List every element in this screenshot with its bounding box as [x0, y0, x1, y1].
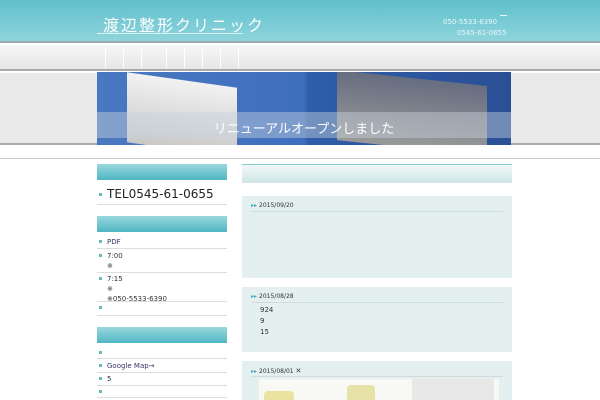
pdf-link[interactable]: PDF: [107, 238, 121, 246]
item-phone: ※050-5533-6390: [107, 295, 167, 303]
header-tel-2: 0545-61-0655: [457, 29, 507, 37]
sidebar-heading: [97, 327, 227, 343]
post-date[interactable]: ▸▸ 2015/08/01 ✕: [251, 367, 301, 375]
nav-item[interactable]: [123, 48, 124, 68]
post-line: 924: [260, 306, 274, 314]
divider: [251, 302, 503, 303]
sidebar-item[interactable]: Google Map→: [97, 362, 227, 373]
divider: [251, 376, 503, 377]
post: ▸▸ 2015/09/20: [242, 196, 512, 278]
arrow-icon: ▸▸: [251, 293, 258, 300]
product-image: [264, 391, 294, 400]
sidebar-tel: TEL0545-61-0655: [97, 187, 227, 205]
hero-image: リニューアルオープンしました: [97, 72, 511, 145]
bullet-icon: [99, 277, 102, 280]
x-mark-icon: ✕: [295, 367, 302, 375]
product-image: [347, 385, 375, 400]
sidebar-item: [97, 388, 227, 398]
bullet-icon: [99, 364, 102, 367]
title-underline: [97, 33, 243, 34]
bullet-icon: [99, 377, 102, 380]
item-note: ※: [107, 285, 113, 293]
hero-caption: リニューアルオープンしました: [213, 122, 395, 137]
date-text: 2015/09/20: [259, 202, 294, 209]
post-date[interactable]: ▸▸ 2015/08/28: [251, 293, 294, 300]
nav-item[interactable]: [105, 48, 106, 68]
sidebar-item: 7:00 ※: [97, 251, 227, 273]
bullet-icon: [99, 306, 102, 309]
item-text: 7:15: [107, 275, 123, 283]
date-text: 2015/08/01: [259, 368, 294, 375]
nav-item[interactable]: [184, 48, 185, 68]
sidebar-heading: [97, 164, 227, 180]
nav-item[interactable]: [166, 48, 167, 68]
sidebar-item: [97, 304, 227, 316]
tel-text: TEL0545-61-0655: [107, 187, 214, 201]
post-photos: [259, 379, 499, 400]
arrow-icon: ▸▸: [251, 202, 258, 209]
post: ▸▸ 2015/08/28 924 9 15: [242, 287, 512, 352]
global-nav: [0, 45, 600, 71]
main-heading: [242, 164, 512, 183]
sidebar-item: 7:15 ※ ※050-5533-6390: [97, 274, 227, 303]
header-tel-1: 050-5533-6390: [443, 18, 498, 26]
bullet-icon: [99, 351, 102, 354]
divider: [251, 211, 503, 212]
nav-item[interactable]: [141, 48, 142, 68]
sidebar-item: [97, 349, 227, 359]
bullet-icon: [99, 240, 102, 243]
arrow-icon: ▸▸: [251, 368, 258, 375]
nav-item[interactable]: [220, 48, 221, 68]
sidebar-item[interactable]: PDF: [97, 238, 227, 249]
item-note: ※: [107, 262, 113, 270]
item-text: 5: [107, 375, 112, 383]
bullet-icon: [99, 192, 102, 196]
post-date[interactable]: ▸▸ 2015/09/20: [251, 202, 294, 209]
nav-item[interactable]: [202, 48, 203, 68]
sidebar-heading: [97, 216, 227, 232]
post-line: 9: [260, 317, 265, 325]
divider: [0, 158, 600, 159]
bullet-icon: [99, 390, 102, 393]
post-line: 15: [260, 328, 269, 336]
post: ▸▸ 2015/08/01 ✕: [242, 361, 512, 400]
sidebar-item: 5: [97, 375, 227, 386]
bullet-icon: [99, 254, 102, 257]
header-dash: [500, 15, 507, 16]
date-text: 2015/08/28: [259, 293, 294, 300]
item-text: 7:00: [107, 252, 123, 260]
google-map-link[interactable]: Google Map→: [107, 362, 155, 370]
nav-item[interactable]: [238, 48, 239, 68]
site-header: [0, 0, 600, 43]
product-image: [412, 379, 494, 400]
